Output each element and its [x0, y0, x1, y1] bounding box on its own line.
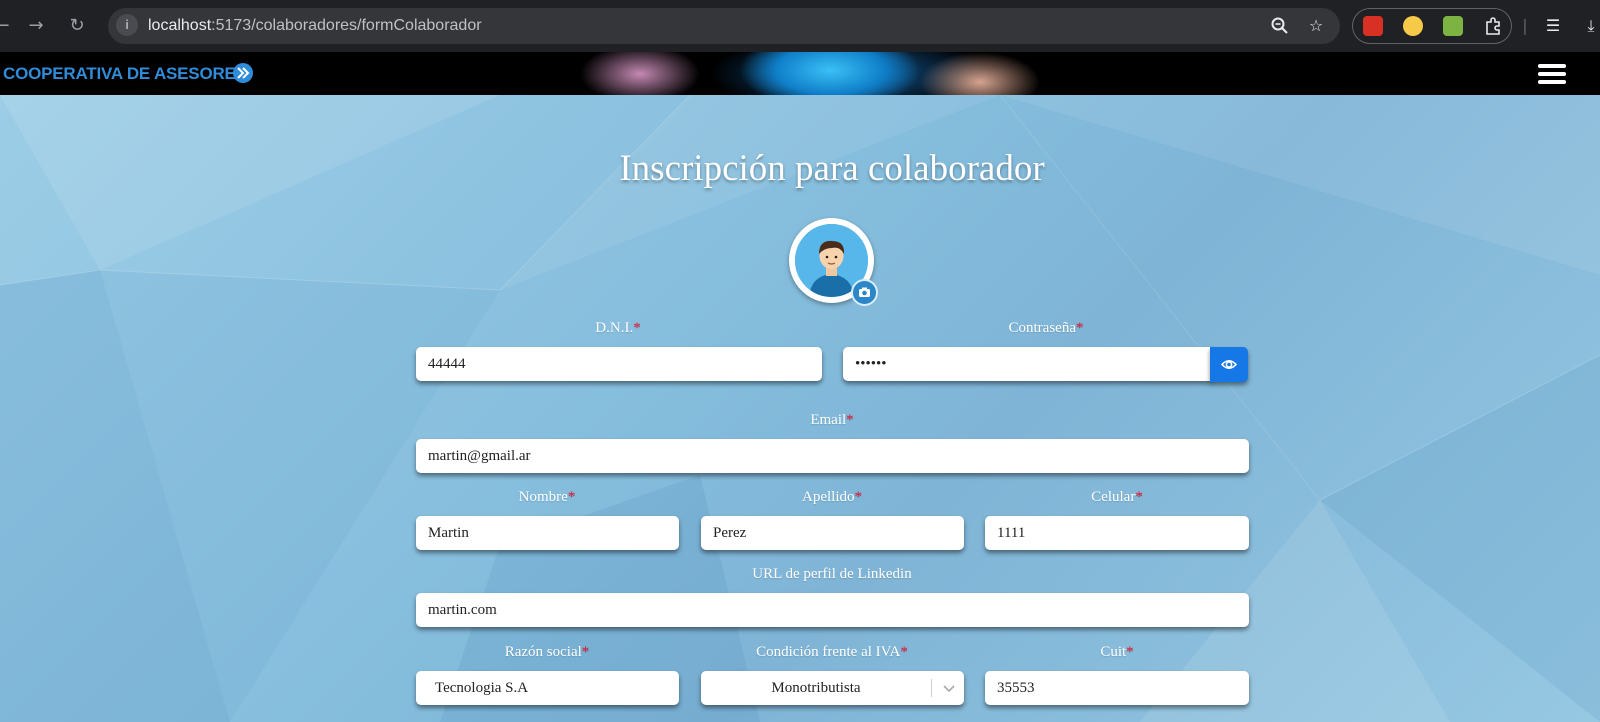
back-icon[interactable]: ←	[0, 12, 16, 40]
nombre-label: Nombre*	[416, 489, 678, 506]
browser-toolbar: ← → ↻ i localhost:5173/colaboradores/for…	[0, 0, 1600, 52]
iva-label: Condición frente al IVA*	[701, 644, 963, 661]
celular-label: Celular*	[986, 489, 1248, 506]
extensions-icon[interactable]	[1483, 16, 1503, 36]
chevron-down-icon[interactable]	[937, 671, 961, 705]
change-photo-button[interactable]	[851, 279, 878, 306]
password-input[interactable]	[843, 347, 1212, 381]
email-label: Email*	[416, 412, 1248, 429]
app-header: COOPERATIVA DE ASESORES	[0, 52, 1600, 95]
forward-icon[interactable]: →	[22, 12, 50, 40]
cuit-field[interactable]	[985, 671, 1249, 705]
linkedin-input[interactable]	[416, 593, 1249, 627]
celular-field[interactable]	[985, 516, 1249, 550]
reload-icon[interactable]: ↻	[63, 12, 91, 40]
download-icon[interactable]: ⤓	[1578, 12, 1600, 40]
razon-social-label: Razón social*	[416, 644, 678, 661]
extension-green-icon[interactable]	[1443, 16, 1463, 36]
apellido-field[interactable]	[701, 516, 964, 550]
iva-selected-value: Monotributista	[771, 680, 861, 696]
url-host: localhost	[148, 17, 212, 34]
email-field[interactable]	[416, 439, 1249, 473]
header-banner-image	[530, 52, 1150, 95]
menu-icon[interactable]	[1538, 64, 1566, 84]
dni-field[interactable]	[416, 347, 822, 381]
nombre-label-text: Nombre	[518, 489, 568, 505]
select-separator	[931, 679, 932, 697]
star-icon[interactable]: ☆	[1304, 14, 1328, 38]
apellido-input[interactable]	[701, 516, 964, 550]
razon-social-input[interactable]	[416, 671, 679, 705]
dni-label: D.N.I.*	[416, 320, 820, 337]
password-label-text: Contraseña	[1008, 320, 1076, 336]
required-mark: *	[854, 489, 863, 505]
show-password-button[interactable]	[1210, 347, 1248, 382]
apellido-label-text: Apellido	[802, 489, 855, 505]
password-field[interactable]	[843, 347, 1212, 381]
extension-yellow-icon[interactable]	[1403, 16, 1423, 36]
nombre-field[interactable]	[416, 516, 679, 550]
required-mark: *	[846, 412, 854, 428]
extensions-group	[1352, 8, 1512, 44]
media-icon[interactable]: ☰	[1540, 12, 1566, 40]
url-path: :5173/colaboradores/formColaborador	[211, 17, 482, 34]
required-mark: *	[1135, 489, 1143, 505]
cuit-input[interactable]	[985, 671, 1249, 705]
apellido-label: Apellido*	[701, 489, 963, 506]
dni-label-text: D.N.I.	[595, 320, 634, 336]
nombre-input[interactable]	[416, 516, 679, 550]
required-mark: *	[567, 489, 576, 505]
address-bar[interactable]: i localhost:5173/colaboradores/formColab…	[108, 8, 1340, 44]
razon-social-field[interactable]	[416, 671, 679, 705]
eye-icon	[1220, 359, 1238, 370]
cuit-label: Cuit*	[986, 644, 1248, 661]
brand-logo[interactable]: COOPERATIVA DE ASESORES	[3, 52, 247, 95]
page-title: Inscripción para colaborador	[619, 148, 1045, 189]
required-mark: *	[1075, 320, 1084, 336]
cuit-label-text: Cuit	[1100, 644, 1127, 660]
url-text[interactable]: localhost:5173/colaboradores/formColabor…	[148, 8, 482, 44]
required-mark: *	[581, 644, 590, 660]
form-page: Inscripción para colaborador D.N.I.* Con	[0, 95, 1600, 722]
camera-icon	[859, 287, 870, 297]
iva-label-text: Condición frente al IVA	[756, 644, 901, 660]
extension-red-icon[interactable]	[1363, 16, 1383, 36]
required-mark: *	[1126, 644, 1134, 660]
required-mark: *	[633, 320, 641, 336]
zoom-icon[interactable]	[1268, 14, 1292, 38]
linkedin-label: URL de perfil de Linkedin	[416, 566, 1248, 583]
celular-input[interactable]	[985, 516, 1249, 550]
password-label: Contraseña*	[844, 320, 1248, 337]
linkedin-label-text: URL de perfil de Linkedin	[752, 566, 912, 582]
iva-select[interactable]: Monotributista	[701, 671, 964, 705]
email-label-text: Email	[810, 412, 847, 428]
celular-label-text: Celular	[1091, 489, 1136, 505]
dni-input[interactable]	[416, 347, 822, 381]
info-icon[interactable]: i	[116, 14, 138, 36]
email-input[interactable]	[416, 439, 1249, 473]
toolbar-divider: |	[1522, 16, 1528, 35]
required-mark: *	[900, 644, 908, 660]
razon-social-label-text: Razón social	[504, 644, 582, 660]
linkedin-field[interactable]	[416, 593, 1249, 627]
brand-arrow-icon	[233, 63, 253, 83]
